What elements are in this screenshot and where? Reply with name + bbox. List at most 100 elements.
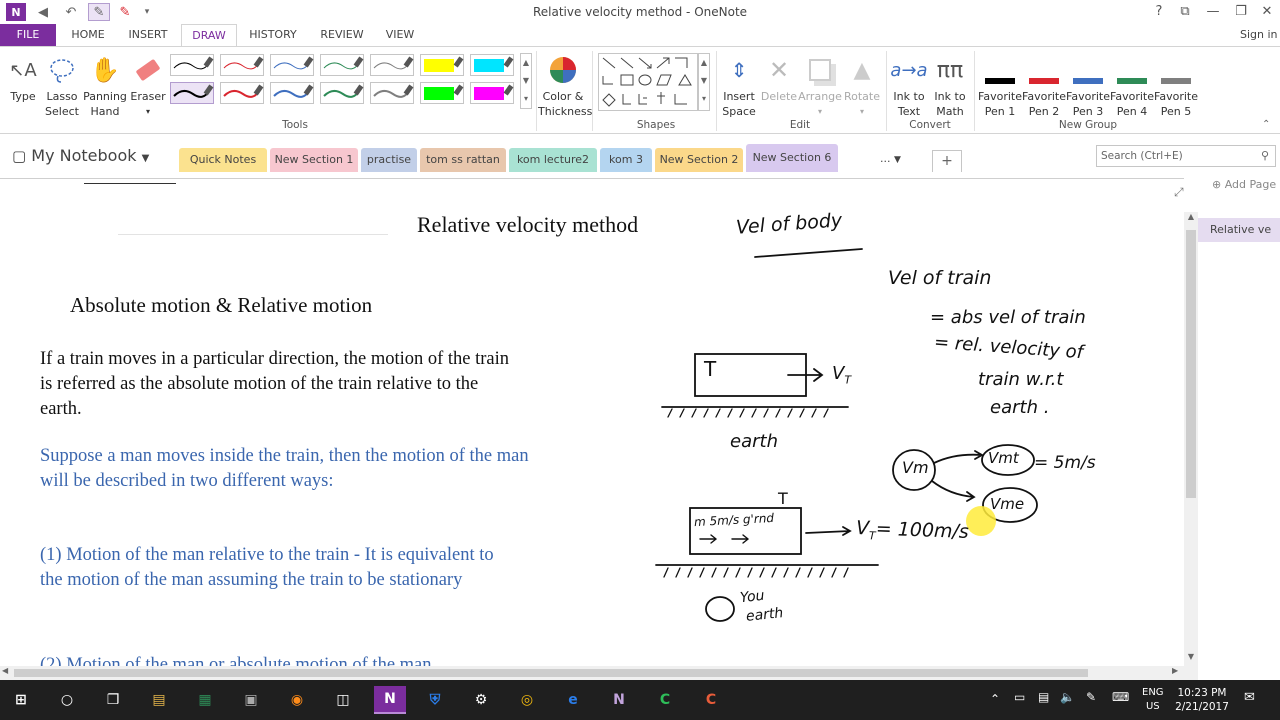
section-tab[interactable]: New Section 1 <box>270 148 358 172</box>
arrange-button[interactable]: Arrange ▾ <box>798 51 842 119</box>
clock[interactable]: 10:23 PM 2/21/2017 <box>1172 686 1232 714</box>
tab-view[interactable]: VIEW <box>380 24 420 46</box>
ink-hatch-1 <box>667 408 829 418</box>
notebook-selector[interactable]: ▢ My Notebook ▼ <box>12 146 149 165</box>
add-page-button[interactable]: ⊕ Add Page <box>1212 178 1276 191</box>
scroll-left-icon[interactable]: ◀ <box>2 666 8 675</box>
rotate-button[interactable]: ▲ Rotate ▾ <box>842 51 882 119</box>
favorite-pen-3-button[interactable]: Favorite Pen 3 <box>1066 51 1110 119</box>
pen-style-option[interactable] <box>470 82 514 104</box>
battery-icon[interactable]: ▭ <box>1014 690 1025 704</box>
horizontal-scrollbar[interactable]: ◀ ▶ <box>0 666 1198 680</box>
publisher-icon[interactable]: ▦ <box>190 686 220 714</box>
vertical-scrollbar[interactable]: ▲ ▼ <box>1184 212 1198 666</box>
pen-style-option[interactable] <box>420 82 464 104</box>
windows-start-icon[interactable]: ⊞ <box>6 686 36 714</box>
favorite-pen-4-button[interactable]: Favorite Pen 4 <box>1110 51 1154 119</box>
panning-hand-button[interactable]: ✋ Panning Hand <box>82 51 128 119</box>
favorite-pen-5-button[interactable]: Favorite Pen 5 <box>1154 51 1198 119</box>
ink-to-math-button[interactable]: ππ Ink to Math <box>930 51 970 119</box>
store-icon[interactable]: ◫ <box>328 686 358 714</box>
network-icon[interactable]: ▤ <box>1038 690 1049 704</box>
section-tab[interactable]: New Section 6 <box>746 144 838 172</box>
tab-review[interactable]: REVIEW <box>314 24 370 46</box>
language-indicator[interactable]: ENG US <box>1142 686 1164 714</box>
favorite-pen-1-button[interactable]: Favorite Pen 1 <box>978 51 1022 119</box>
scroll-right-icon[interactable]: ▶ <box>1172 666 1178 675</box>
task-view-icon[interactable]: ❐ <box>98 686 128 714</box>
tab-draw[interactable]: DRAW <box>181 24 237 46</box>
sign-in-link[interactable]: Sign in <box>1240 24 1280 46</box>
delete-button[interactable]: ✕ Delete <box>760 51 798 104</box>
settings-icon[interactable]: ⚙ <box>466 686 496 714</box>
defender-icon[interactable]: ⛨ <box>420 686 450 714</box>
onenote-2-icon[interactable]: N <box>604 686 634 714</box>
notifications-icon[interactable]: ✉ <box>1244 690 1255 705</box>
pen-style-option[interactable] <box>370 82 414 104</box>
pen-style-option[interactable] <box>420 54 464 76</box>
app-icon[interactable]: ▣ <box>236 686 266 714</box>
favorite-pen-1-swatch <box>985 78 1015 84</box>
favorite-pen-2-button[interactable]: Favorite Pen 2 <box>1022 51 1066 119</box>
pen-gallery-scroll[interactable]: ▲ ▼ ▾ <box>520 53 532 109</box>
page-list-item[interactable]: Relative ve <box>1198 218 1280 242</box>
ribbon-display-button[interactable]: ⧉ <box>1172 2 1198 22</box>
pen-tray-icon[interactable]: ✎ <box>1086 690 1096 704</box>
keyboard-icon[interactable]: ⌨ <box>1112 690 1129 704</box>
type-button[interactable]: ↖A Type <box>6 51 40 104</box>
pen-style-option[interactable] <box>170 54 214 76</box>
add-page-icon: ⊕ <box>1212 178 1222 191</box>
onenote-taskbar-icon[interactable]: N <box>374 686 406 714</box>
ink-to-text-button[interactable]: a→a Ink to Text <box>888 51 930 119</box>
edge-icon[interactable]: e <box>558 686 588 714</box>
pen-style-option[interactable] <box>470 54 514 76</box>
more-sections-button[interactable]: ... ▼ <box>880 152 901 165</box>
section-tab[interactable]: kom lecture2 <box>509 148 597 172</box>
cortana-icon[interactable]: ○ <box>52 686 82 714</box>
help-button[interactable]: ? <box>1146 2 1172 22</box>
section-tab[interactable]: Quick Notes <box>179 148 267 172</box>
pen-style-option[interactable] <box>170 82 214 104</box>
pen-style-option[interactable] <box>220 82 264 104</box>
tray-chevron-icon[interactable]: ⌃ <box>990 692 1000 706</box>
tab-history[interactable]: HISTORY <box>244 24 302 46</box>
ink-arrow-vt <box>787 368 824 382</box>
minimize-button[interactable]: — <box>1200 2 1226 22</box>
eraser-dropdown-icon[interactable]: ▾ <box>130 104 166 119</box>
collapse-ribbon-icon[interactable]: ⌃ <box>1262 119 1270 130</box>
firefox-icon[interactable]: ◉ <box>282 686 312 714</box>
pen-style-option[interactable] <box>220 54 264 76</box>
eraser-button[interactable]: Eraser ▾ <box>130 51 166 119</box>
pen-style-option[interactable] <box>270 82 314 104</box>
chrome-icon[interactable]: ◎ <box>512 686 542 714</box>
tab-insert[interactable]: INSERT <box>124 24 172 46</box>
insert-space-button[interactable]: ⇕ Insert Space <box>718 51 760 119</box>
recorder-icon[interactable]: C <box>696 686 726 714</box>
file-explorer-icon[interactable]: ▤ <box>144 686 174 714</box>
maximize-button[interactable]: ❐ <box>1228 2 1254 22</box>
shapes-gallery-scroll[interactable]: ▲ ▼ ▾ <box>698 53 710 111</box>
add-section-button[interactable]: + <box>932 150 962 172</box>
tab-file[interactable]: FILE <box>0 24 56 46</box>
lasso-select-button[interactable]: Lasso Select <box>44 51 80 119</box>
section-tab[interactable]: tom ss rattan <box>420 148 506 172</box>
section-tab[interactable]: kom 3 <box>600 148 652 172</box>
search-input[interactable]: Search (Ctrl+E) ⚲ <box>1096 145 1276 167</box>
scroll-up-icon[interactable]: ▲ <box>1184 212 1198 226</box>
shapes-gallery[interactable] <box>598 53 698 111</box>
close-button[interactable]: ✕ <box>1254 2 1280 22</box>
section-tab[interactable]: New Section 2 <box>655 148 743 172</box>
scroll-down-icon[interactable]: ▼ <box>1184 652 1198 666</box>
volume-icon[interactable]: 🔈 <box>1060 690 1075 704</box>
page-canvas[interactable]: ⤢ Relative velocity method Absolute moti… <box>0 178 1184 667</box>
tab-home[interactable]: HOME <box>64 24 112 46</box>
h-scroll-thumb[interactable] <box>14 669 1088 677</box>
pen-style-option[interactable] <box>320 82 364 104</box>
pen-style-option[interactable] <box>320 54 364 76</box>
pen-style-option[interactable] <box>370 54 414 76</box>
section-tab[interactable]: practise <box>361 148 417 172</box>
pen-style-option[interactable] <box>270 54 314 76</box>
scroll-thumb[interactable] <box>1186 230 1196 498</box>
color-thickness-button[interactable]: Color & Thickness <box>538 51 592 119</box>
camtasia-icon[interactable]: C <box>650 686 680 714</box>
